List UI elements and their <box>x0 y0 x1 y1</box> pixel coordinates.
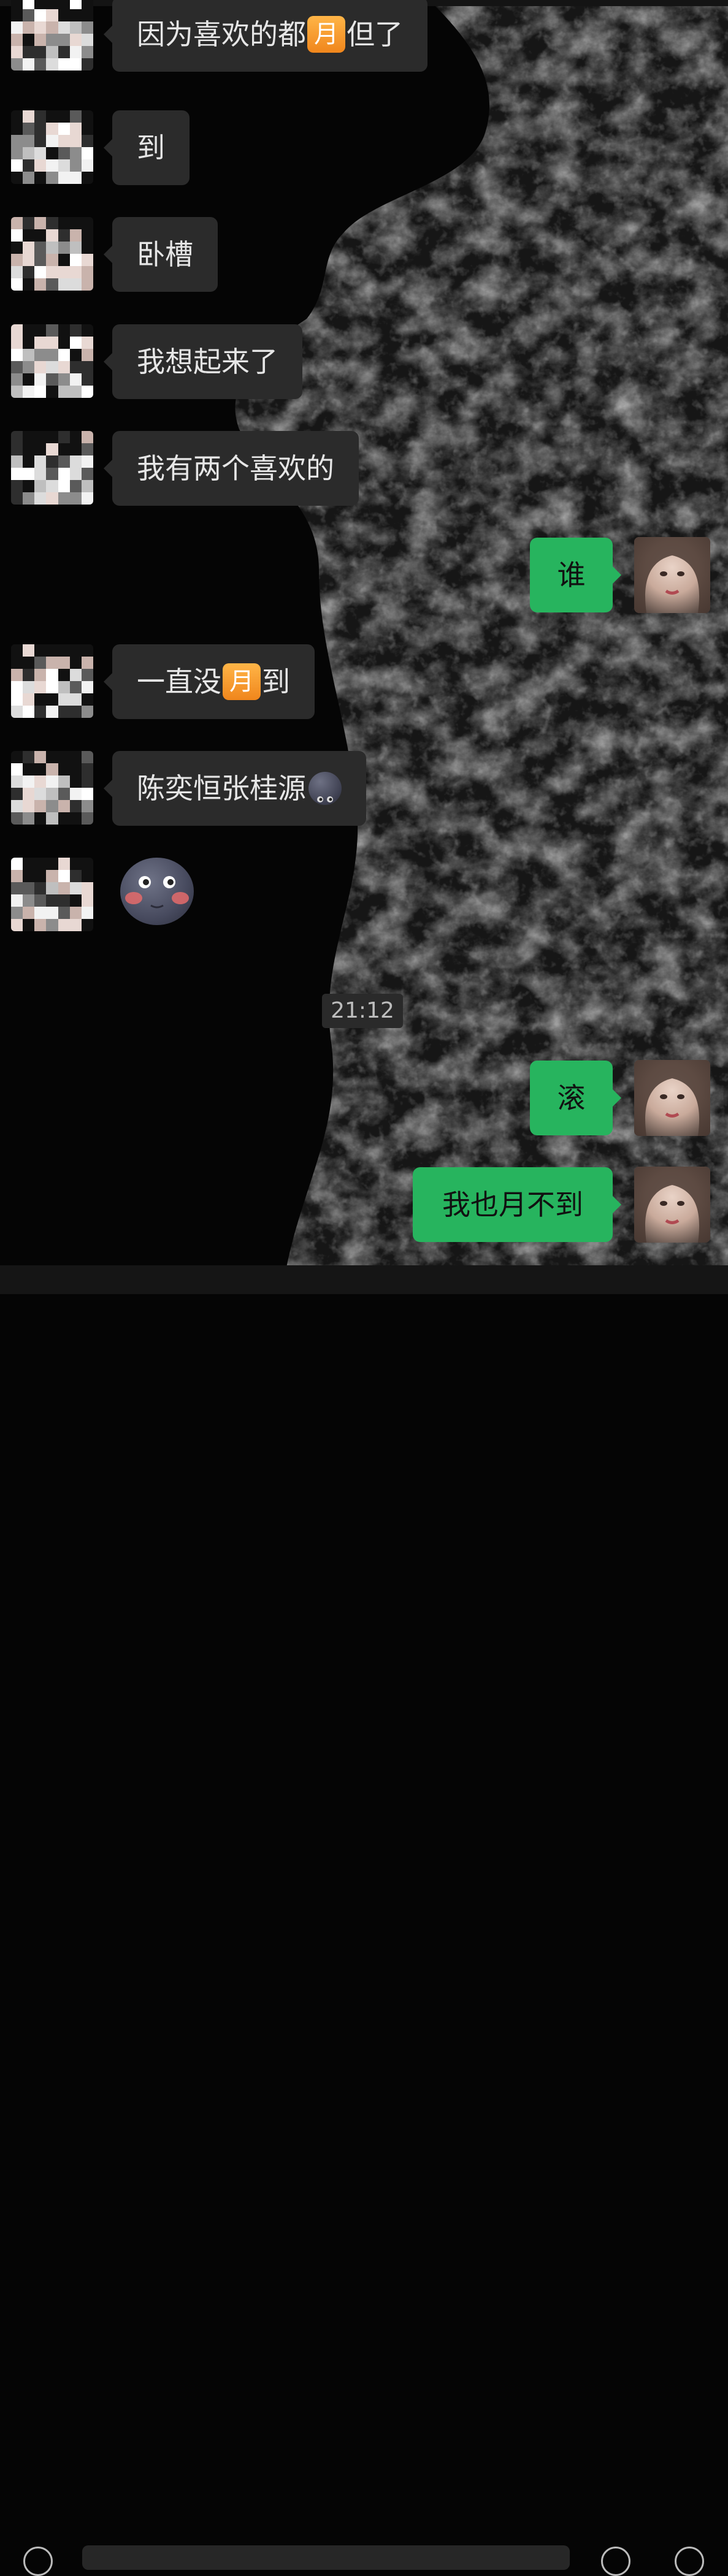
outgoing-message-bubble[interactable]: 我也月不到 <box>413 1167 621 1242</box>
message-input[interactable] <box>82 2545 570 2570</box>
girl-avatar-icon <box>634 1167 710 1243</box>
incoming-message-bubble[interactable]: 卧槽 <box>104 217 218 292</box>
message-text: 谁 <box>557 558 586 592</box>
message-text: 一直没 <box>137 665 221 698</box>
girl-avatar-icon <box>634 1060 710 1136</box>
incoming-message-bubble[interactable]: 因为喜欢的都月但了 <box>104 0 427 72</box>
message-text: 卧槽 <box>137 238 193 271</box>
incoming-message-bubble[interactable]: 我有两个喜欢的 <box>104 431 359 506</box>
message-text: 陈奕恒张桂源 <box>137 772 306 805</box>
outgoing-message-bubble[interactable]: 滚 <box>530 1061 621 1135</box>
incoming-message-bubble[interactable]: 我想起来了 <box>104 324 302 399</box>
message-text: 我有两个喜欢的 <box>137 452 334 485</box>
contact-avatar-pixelated[interactable] <box>11 751 93 825</box>
contact-avatar-pixelated[interactable] <box>11 644 93 718</box>
incoming-message-bubble[interactable]: 到 <box>104 110 190 185</box>
contact-avatar-pixelated[interactable] <box>11 324 93 398</box>
message-text: 我也月不到 <box>442 1188 583 1221</box>
contact-avatar-pixelated[interactable] <box>11 858 93 931</box>
message-text: 到 <box>137 131 165 164</box>
outgoing-message-bubble[interactable]: 谁 <box>530 538 621 612</box>
moon-face-detail <box>317 796 333 802</box>
moon-badge-emoji: 月 <box>223 663 261 700</box>
blushing-moon-sticker[interactable] <box>120 858 194 925</box>
chat-input-bar <box>0 1265 728 2576</box>
add-icon[interactable] <box>675 2547 704 2576</box>
contact-avatar-pixelated[interactable] <box>11 431 93 505</box>
message-text: 到 <box>262 665 290 698</box>
my-avatar[interactable] <box>634 1167 710 1243</box>
message-timestamp: 21:12 <box>322 994 403 1028</box>
message-text: 但了 <box>347 18 403 51</box>
sticker-face-detail <box>125 876 189 909</box>
message-text: 因为喜欢的都 <box>137 18 306 51</box>
contact-avatar-pixelated[interactable] <box>11 217 93 291</box>
message-text: 滚 <box>557 1081 586 1115</box>
message-text: 我想起来了 <box>137 345 278 378</box>
moon-badge-emoji: 月 <box>307 15 345 53</box>
contact-avatar-pixelated[interactable] <box>11 0 93 70</box>
my-avatar[interactable] <box>634 1060 710 1136</box>
voice-icon[interactable] <box>23 2547 53 2576</box>
my-avatar[interactable] <box>634 537 710 613</box>
incoming-message-bubble[interactable]: 一直没月到 <box>104 644 315 719</box>
incoming-message-bubble[interactable]: 陈奕恒张桂源 <box>104 751 366 826</box>
girl-avatar-icon <box>634 537 710 613</box>
new-moon-face-icon <box>308 771 342 805</box>
emoji-icon[interactable] <box>601 2547 630 2576</box>
contact-avatar-pixelated[interactable] <box>11 110 93 184</box>
